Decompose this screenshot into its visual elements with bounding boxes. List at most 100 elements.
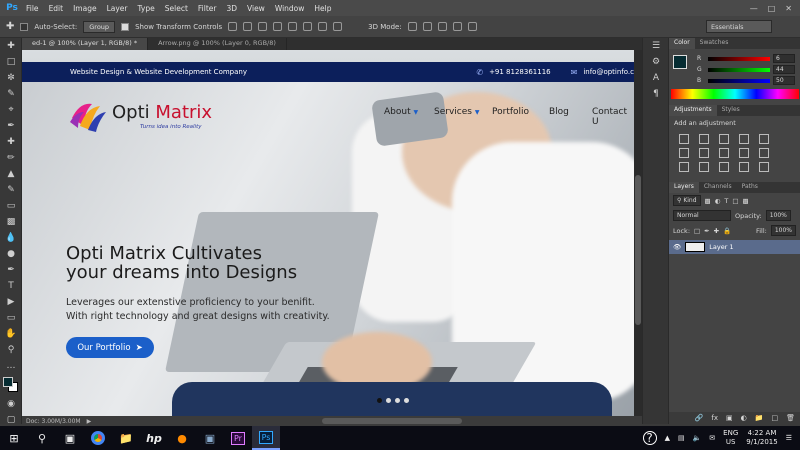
filter-smart-icon[interactable]: ▩ [743,197,749,205]
vertical-scroll-thumb[interactable] [635,175,641,325]
add-mask-icon[interactable]: ▣ [726,414,733,422]
tab-paths[interactable]: Paths [737,182,763,193]
lock-paint-icon[interactable]: ✒ [704,227,709,235]
auto-select-dropdown[interactable]: Group [83,20,116,33]
photo-filter-icon[interactable] [739,148,749,158]
black-white-icon[interactable] [719,148,729,158]
posterize-icon[interactable] [699,162,709,172]
new-group-icon[interactable]: 📁 [755,414,764,422]
start-button-icon[interactable]: ⊞ [0,426,28,450]
clone-stamp-tool-icon[interactable]: ▲ [0,166,22,182]
notification-icon[interactable]: ✉ [709,434,715,442]
close-icon[interactable]: ✕ [785,4,792,13]
nav-blog[interactable]: Blog [549,107,569,117]
menu-help[interactable]: Help [309,4,336,13]
vibrance-icon[interactable] [759,134,769,144]
align-bottom-icon[interactable] [258,22,268,31]
visibility-eye-icon[interactable]: 👁 [673,243,681,251]
blue-bar[interactable] [708,78,770,83]
our-portfolio-button[interactable]: Our Portfolio ➤ [66,337,154,358]
align-center-icon[interactable] [288,22,298,31]
zoom-tool-icon[interactable]: ⚲ [0,342,22,358]
history-panel-icon[interactable]: ☰ [643,38,669,54]
photoshop-taskbar-icon[interactable]: Ps [252,426,280,450]
filter-adjust-icon[interactable]: ◐ [715,197,721,205]
hp-icon[interactable]: hp [140,426,168,450]
help-icon[interactable]: ? [642,431,657,445]
hand-tool-icon[interactable]: ✋ [0,326,22,342]
status-arrow-icon[interactable]: ▶ [87,418,92,425]
invert-icon[interactable] [679,162,689,172]
filter-pixel-icon[interactable]: ▩ [705,197,711,205]
channel-mixer-icon[interactable] [759,148,769,158]
red-value[interactable]: 6 [773,54,795,63]
action-center-icon[interactable]: ☰ [786,434,792,442]
foreground-color-icon[interactable] [673,55,687,69]
maximize-icon[interactable]: □ [768,4,776,13]
tab-adjustments[interactable]: Adjustments [669,105,717,116]
type-tool-icon[interactable]: T [0,278,22,294]
transform-controls-checkbox[interactable] [121,22,130,31]
selective-color-icon[interactable] [759,162,769,172]
clock[interactable]: 4:22 AM 9/1/2015 [746,429,777,447]
menu-view[interactable]: View [242,4,270,13]
menu-select[interactable]: Select [160,4,193,13]
menu-filter[interactable]: Filter [193,4,222,13]
kind-filter-dropdown[interactable]: ⚲ Kind [673,195,701,206]
horizontal-scroll-thumb[interactable] [322,418,462,424]
3d-roll-icon[interactable] [422,22,432,31]
align-right-icon[interactable] [303,22,313,31]
layer-row[interactable]: 👁 Layer 1 [669,240,800,254]
lock-move-icon[interactable]: ✚ [714,227,719,235]
pen-tool-icon[interactable]: ✒ [0,262,22,278]
canvas[interactable]: Website Design & Website Development Com… [22,50,634,416]
chrome-icon[interactable] [84,426,112,450]
phone-text[interactable]: +91 8128361116 [489,68,551,76]
nav-services[interactable]: Services ▼ [434,107,479,117]
search-icon[interactable]: ⚲ [28,426,56,450]
tab-channels[interactable]: Channels [699,182,737,193]
red-slider[interactable]: R 6 [669,53,800,64]
volume-icon[interactable]: 🔈 [693,434,702,442]
workspace-dropdown[interactable]: Essentials [706,20,772,33]
paint-icon[interactable]: ▣ [196,426,224,450]
minimize-icon[interactable]: — [750,4,758,13]
more-tools-icon[interactable]: … [0,358,22,374]
green-bar[interactable] [708,67,770,72]
chevron-up-icon[interactable]: ▲ [665,434,670,442]
lock-all-icon[interactable]: 🔒 [723,227,731,235]
menu-3d[interactable]: 3D [221,4,242,13]
threshold-icon[interactable] [719,162,729,172]
tab-styles[interactable]: Styles [717,105,745,116]
network-icon[interactable]: ▤ [678,434,685,442]
color-balance-icon[interactable] [699,148,709,158]
quick-select-tool-icon[interactable]: ✎ [0,86,22,102]
filter-type-icon[interactable]: T [724,197,728,205]
green-value[interactable]: 44 [773,65,795,74]
fill-field[interactable]: 100% [770,225,796,236]
link-layers-icon[interactable]: 🔗 [695,414,704,422]
3d-pan-icon[interactable] [437,22,447,31]
adjustment-layer-icon[interactable]: ◐ [741,414,747,422]
nav-about[interactable]: About ▼ [384,107,418,117]
3d-rotate-icon[interactable] [407,22,417,31]
menu-window[interactable]: Window [270,4,310,13]
nav-contact[interactable]: Contact U [592,107,634,127]
lasso-tool-icon[interactable]: ✼ [0,70,22,86]
dodge-tool-icon[interactable]: ● [0,246,22,262]
menu-layer[interactable]: Layer [102,4,133,13]
color-spectrum[interactable] [671,89,799,99]
language-indicator[interactable]: ENG US [723,429,738,447]
avast-icon[interactable]: ● [168,426,196,450]
exposure-icon[interactable] [739,134,749,144]
menu-edit[interactable]: Edit [44,4,69,13]
blue-slider[interactable]: B 50 [669,75,800,86]
blue-value[interactable]: 50 [773,76,795,85]
brush-tool-icon[interactable]: ✏ [0,150,22,166]
tab-color[interactable]: Color [669,38,695,49]
path-select-tool-icon[interactable]: ▶ [0,294,22,310]
levels-icon[interactable] [699,134,709,144]
menu-type[interactable]: Type [133,4,160,13]
lock-pixels-icon[interactable]: □ [694,227,700,235]
shape-tool-icon[interactable]: ▭ [0,310,22,326]
